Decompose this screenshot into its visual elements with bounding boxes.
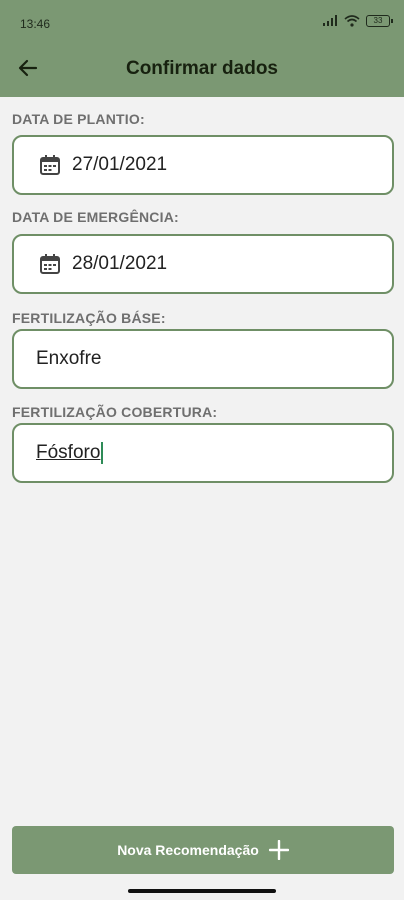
calendar-icon <box>40 254 60 274</box>
base-fertilization-value: Enxofre <box>36 348 102 369</box>
emergence-date-label: DATA DE EMERGÊNCIA: <box>12 209 179 225</box>
calendar-icon <box>40 155 60 175</box>
app-header: 13:46 33 Confirmar dados <box>0 0 404 97</box>
page-title: Confirmar dados <box>125 58 279 79</box>
emergence-date-field[interactable]: 28/01/2021 <box>12 234 394 294</box>
new-recommendation-button[interactable]: Nova Recomendação <box>12 826 394 874</box>
cover-fertilization-value: Fósforo <box>36 442 101 463</box>
wifi-icon <box>344 15 360 27</box>
plus-icon <box>268 840 289 860</box>
status-time: 13:46 <box>20 17 51 31</box>
base-fertilization-label: FERTILIZAÇÃO BÁSE: <box>12 310 166 326</box>
signal-icon <box>323 15 337 26</box>
home-indicator[interactable] <box>128 889 276 893</box>
planting-date-value: 27/01/2021 <box>72 154 168 175</box>
emergence-date-value: 28/01/2021 <box>72 253 168 274</box>
new-recommendation-label: Nova Recomendação <box>117 842 259 858</box>
text-cursor <box>101 442 104 464</box>
planting-date-field[interactable]: 27/01/2021 <box>12 135 394 195</box>
battery-level: 33 <box>373 16 383 25</box>
cover-fertilization-input[interactable]: Fósforo <box>12 423 394 483</box>
planting-date-label: DATA DE PLANTIO: <box>12 111 145 127</box>
base-fertilization-input[interactable]: Enxofre <box>12 329 394 389</box>
battery-icon: 33 <box>366 15 393 27</box>
cover-fertilization-label: FERTILIZAÇÃO COBERTURA: <box>12 404 218 420</box>
status-bar: 13:46 33 <box>0 0 404 44</box>
status-icons: 33 <box>322 15 393 27</box>
